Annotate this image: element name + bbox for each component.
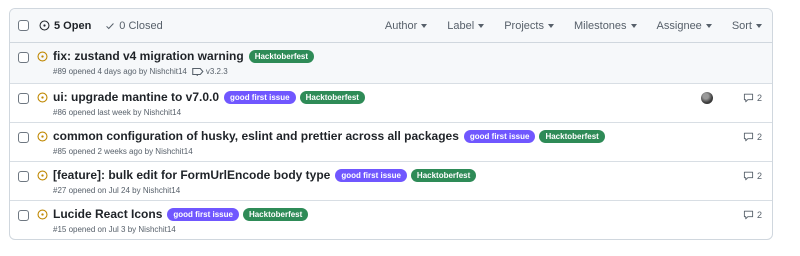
label-hacktoberfest[interactable]: Hacktoberfest bbox=[539, 129, 605, 143]
issue-checkbox[interactable] bbox=[18, 132, 29, 143]
label-filter[interactable]: Label bbox=[447, 20, 485, 32]
milestones-filter-label: Milestones bbox=[573, 20, 627, 32]
issue-checkbox[interactable] bbox=[18, 52, 29, 63]
sort-filter[interactable]: Sort bbox=[732, 20, 762, 32]
issues-list-header: 5 Open 0 Closed Author Label Projects Mi… bbox=[10, 9, 772, 43]
issue-title-link[interactable]: fix: zustand v4 migration warning bbox=[53, 49, 244, 63]
issue-opened-icon bbox=[39, 20, 50, 31]
issue-row: Lucide React Icons good first issue Hack… bbox=[10, 201, 772, 239]
issue-title-link[interactable]: common configuration of husky, eslint an… bbox=[53, 129, 459, 143]
label-hacktoberfest[interactable]: Hacktoberfest bbox=[299, 90, 365, 104]
comment-icon bbox=[743, 171, 754, 181]
check-icon bbox=[106, 22, 115, 29]
comment-icon bbox=[743, 132, 754, 142]
comment-count: 2 bbox=[756, 132, 762, 142]
sort-filter-label: Sort bbox=[731, 20, 752, 32]
issue-meta: #27 opened on Jul 24 by Nishchit14 bbox=[53, 186, 181, 195]
caret-down-icon bbox=[547, 24, 554, 28]
assignee-filter-label: Assignee bbox=[656, 20, 702, 32]
issue-title-link[interactable]: [feature]: bulk edit for FormUrlEncode b… bbox=[53, 168, 330, 182]
label-hacktoberfest[interactable]: Hacktoberfest bbox=[242, 207, 309, 221]
issue-meta: #86 opened last week by Nishchit14 bbox=[53, 108, 182, 117]
caret-down-icon bbox=[705, 24, 712, 28]
milestone-label: v3.2.3 bbox=[205, 67, 228, 76]
caret-down-icon bbox=[421, 24, 428, 28]
issue-title-link[interactable]: Lucide React Icons bbox=[53, 207, 162, 221]
issue-meta: #85 opened 2 weeks ago by Nishchit14 bbox=[53, 147, 193, 156]
projects-filter[interactable]: Projects bbox=[504, 20, 554, 32]
filter-bar: Author Label Projects Milestones Assigne… bbox=[365, 9, 762, 43]
label-filter-label: Label bbox=[447, 20, 475, 32]
label-good-first-issue[interactable]: good first issue bbox=[167, 207, 239, 221]
issue-opened-icon bbox=[37, 131, 48, 142]
issues-list: 5 Open 0 Closed Author Label Projects Mi… bbox=[9, 8, 773, 240]
issue-checkbox[interactable] bbox=[18, 210, 29, 221]
label-good-first-issue[interactable]: good first issue bbox=[224, 90, 296, 104]
assignee-filter[interactable]: Assignee bbox=[657, 20, 712, 32]
issue-row: ui: upgrade mantine to v7.0.0 good first… bbox=[10, 84, 772, 123]
issue-title-link[interactable]: ui: upgrade mantine to v7.0.0 bbox=[53, 90, 219, 104]
open-issues-label: 5 Open bbox=[54, 19, 92, 32]
issue-checkbox[interactable] bbox=[18, 171, 29, 182]
assignee-avatar[interactable] bbox=[701, 92, 713, 104]
issue-opened-icon bbox=[37, 170, 48, 181]
comment-icon bbox=[743, 93, 754, 103]
author-filter-label: Author bbox=[384, 20, 418, 32]
author-filter[interactable]: Author bbox=[384, 20, 428, 32]
caret-down-icon bbox=[756, 24, 762, 28]
open-issues-tab[interactable]: 5 Open bbox=[39, 20, 91, 32]
caret-down-icon bbox=[478, 24, 485, 28]
issue-opened-icon bbox=[37, 51, 48, 62]
issue-meta: #15 opened on Jul 3 by Nishchit14 bbox=[53, 225, 176, 234]
closed-issues-tab[interactable]: 0 Closed bbox=[105, 19, 163, 32]
milestone-icon bbox=[192, 67, 204, 76]
comments-link[interactable]: 2 bbox=[743, 132, 762, 142]
label-hacktoberfest[interactable]: Hacktoberfest bbox=[410, 168, 477, 182]
comment-icon bbox=[743, 210, 754, 220]
label-good-first-issue[interactable]: good first issue bbox=[463, 129, 536, 143]
issue-row: fix: zustand v4 migration warning Hackto… bbox=[10, 43, 772, 84]
label-hacktoberfest[interactable]: Hacktoberfest bbox=[248, 49, 315, 63]
milestone-link[interactable]: v3.2.3 bbox=[192, 67, 228, 76]
projects-filter-label: Projects bbox=[504, 20, 544, 32]
comment-count: 2 bbox=[756, 171, 762, 181]
closed-issues-label: 0 Closed bbox=[119, 19, 163, 32]
issue-opened-icon bbox=[37, 92, 48, 103]
issue-row: common configuration of husky, eslint an… bbox=[10, 123, 772, 162]
comments-link[interactable]: 2 bbox=[743, 93, 762, 103]
issue-opened-icon bbox=[37, 209, 48, 220]
comments-link[interactable]: 2 bbox=[743, 171, 762, 181]
comments-link[interactable]: 2 bbox=[743, 210, 762, 220]
issue-row: [feature]: bulk edit for FormUrlEncode b… bbox=[10, 162, 772, 201]
issue-checkbox[interactable] bbox=[18, 93, 29, 104]
select-all-checkbox[interactable] bbox=[18, 20, 29, 31]
label-good-first-issue[interactable]: good first issue bbox=[335, 168, 407, 182]
caret-down-icon bbox=[630, 24, 637, 28]
issue-meta: #89 opened 4 days ago by Nishchit14 bbox=[53, 67, 187, 76]
comment-count: 2 bbox=[756, 93, 762, 103]
milestones-filter[interactable]: Milestones bbox=[574, 20, 637, 32]
comment-count: 2 bbox=[756, 210, 762, 220]
